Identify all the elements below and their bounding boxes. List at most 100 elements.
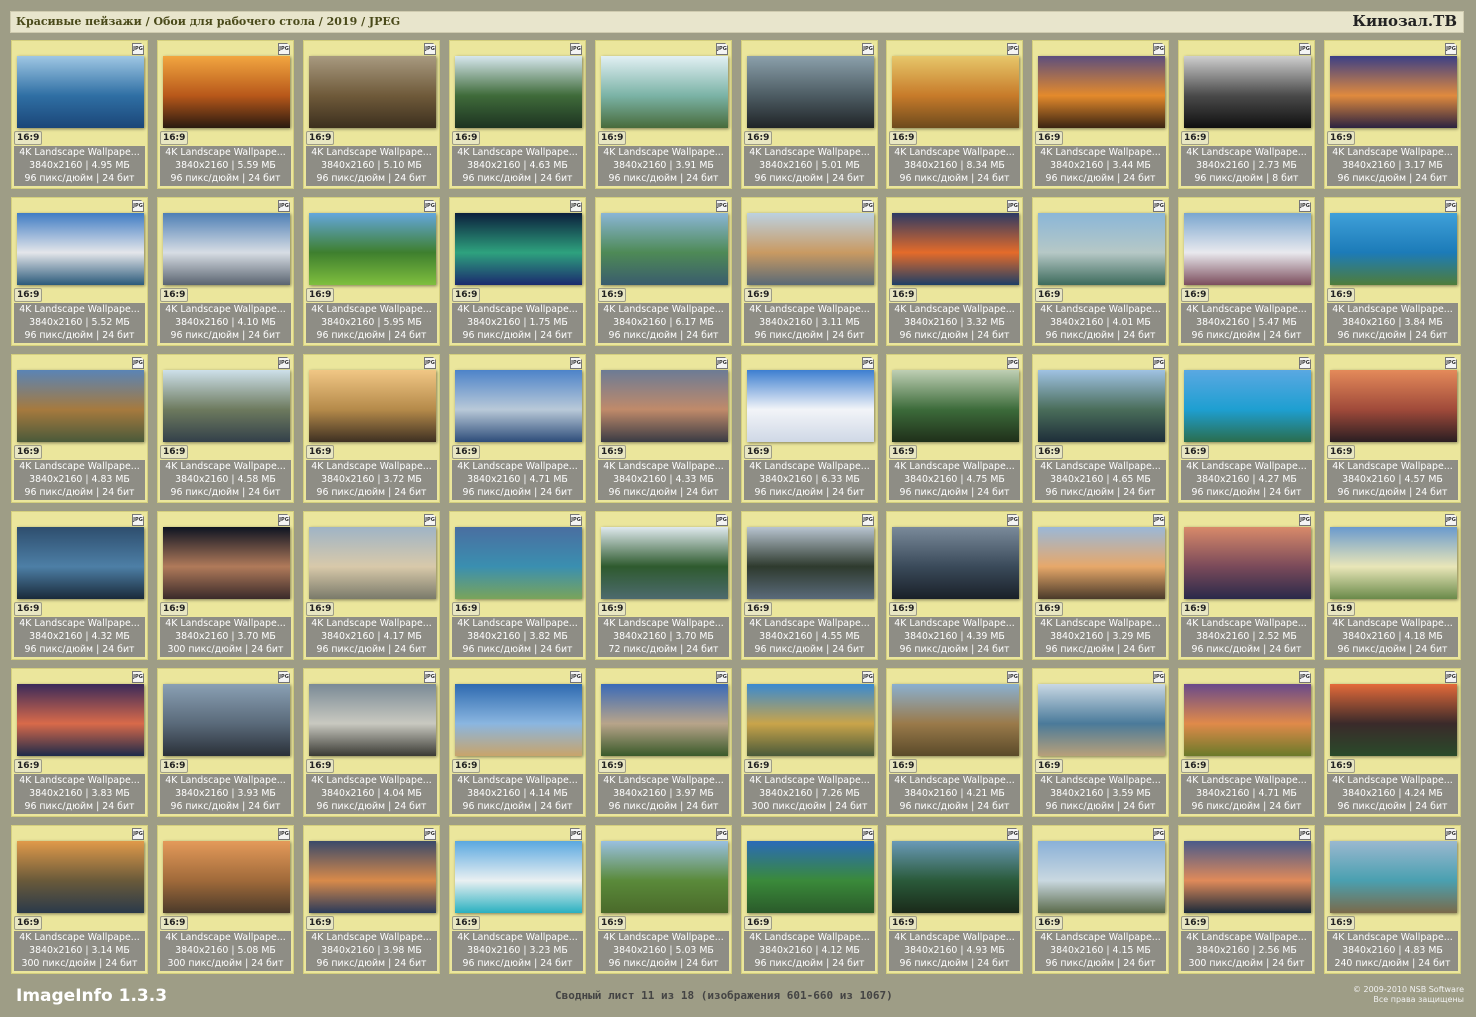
- thumbnail-card[interactable]: JPG 16:9 4K Landscape Wallpape... 3840x2160…: [157, 197, 294, 346]
- thumbnail-image[interactable]: [1038, 527, 1165, 599]
- thumbnail-image[interactable]: [601, 56, 728, 128]
- thumbnail-card[interactable]: JPG 16:9 4K Landscape Wallpape... 3840x2160…: [449, 197, 586, 346]
- thumbnail-image[interactable]: [309, 56, 436, 128]
- thumbnail-image[interactable]: [163, 684, 290, 756]
- thumbnail-image[interactable]: [601, 841, 728, 913]
- thumbnail-image[interactable]: [1038, 213, 1165, 285]
- thumbnail-image[interactable]: [601, 370, 728, 442]
- thumbnail-card[interactable]: JPG 16:9 4K Landscape Wallpape... 3840x2160…: [11, 668, 148, 817]
- thumbnail-image[interactable]: [309, 527, 436, 599]
- thumbnail-image[interactable]: [747, 841, 874, 913]
- thumbnail-image[interactable]: [455, 841, 582, 913]
- thumbnail-card[interactable]: JPG 16:9 4K Landscape Wallpape... 3840x2160…: [1324, 511, 1461, 660]
- thumbnail-card[interactable]: JPG 16:9 4K Landscape Wallpape... 3840x2160…: [1324, 825, 1461, 974]
- thumbnail-image[interactable]: [163, 370, 290, 442]
- thumbnail-card[interactable]: JPG 16:9 4K Landscape Wallpape... 3840x2160…: [1178, 511, 1315, 660]
- thumbnail-image[interactable]: [892, 213, 1019, 285]
- thumbnail-card[interactable]: JPG 16:9 4K Landscape Wallpape... 3840x2160…: [886, 197, 1023, 346]
- thumbnail-image[interactable]: [163, 527, 290, 599]
- thumbnail-image[interactable]: [309, 213, 436, 285]
- thumbnail-card[interactable]: JPG 16:9 4K Landscape Wallpape... 3840x2160…: [1324, 197, 1461, 346]
- thumbnail-image[interactable]: [892, 527, 1019, 599]
- thumbnail-image[interactable]: [1184, 213, 1311, 285]
- thumbnail-image[interactable]: [1038, 684, 1165, 756]
- thumbnail-card[interactable]: JPG 16:9 4K Landscape Wallpape... 3840x2160…: [11, 354, 148, 503]
- thumbnail-card[interactable]: JPG 16:9 4K Landscape Wallpape... 3840x2160…: [595, 197, 732, 346]
- thumbnail-card[interactable]: JPG 16:9 4K Landscape Wallpape... 3840x2160…: [595, 354, 732, 503]
- thumbnail-image[interactable]: [1184, 370, 1311, 442]
- thumbnail-card[interactable]: JPG 16:9 4K Landscape Wallpape... 3840x2160…: [303, 825, 440, 974]
- thumbnail-card[interactable]: JPG 16:9 4K Landscape Wallpape... 3840x2160…: [886, 354, 1023, 503]
- thumbnail-card[interactable]: JPG 16:9 4K Landscape Wallpape... 3840x2160…: [886, 511, 1023, 660]
- thumbnail-card[interactable]: JPG 16:9 4K Landscape Wallpape... 3840x2160…: [449, 668, 586, 817]
- thumbnail-image[interactable]: [17, 370, 144, 442]
- thumbnail-image[interactable]: [1038, 841, 1165, 913]
- thumbnail-image[interactable]: [1330, 527, 1457, 599]
- thumbnail-image[interactable]: [17, 213, 144, 285]
- thumbnail-card[interactable]: JPG 16:9 4K Landscape Wallpape... 3840x2160…: [11, 197, 148, 346]
- thumbnail-card[interactable]: JPG 16:9 4K Landscape Wallpape... 3840x2160…: [449, 825, 586, 974]
- thumbnail-card[interactable]: JPG 16:9 4K Landscape Wallpape... 3840x2160…: [1324, 354, 1461, 503]
- thumbnail-card[interactable]: JPG 16:9 4K Landscape Wallpape... 3840x2160…: [1324, 668, 1461, 817]
- thumbnail-card[interactable]: JPG 16:9 4K Landscape Wallpape... 3840x2160…: [1178, 354, 1315, 503]
- thumbnail-card[interactable]: JPG 16:9 4K Landscape Wallpape... 3840x2160…: [303, 668, 440, 817]
- thumbnail-card[interactable]: JPG 16:9 4K Landscape Wallpape... 3840x2160…: [11, 40, 148, 189]
- thumbnail-card[interactable]: JPG 16:9 4K Landscape Wallpape... 3840x2160…: [449, 354, 586, 503]
- thumbnail-image[interactable]: [17, 56, 144, 128]
- thumbnail-card[interactable]: JPG 16:9 4K Landscape Wallpape... 3840x2160…: [157, 354, 294, 503]
- thumbnail-card[interactable]: JPG 16:9 4K Landscape Wallpape... 3840x2160…: [595, 825, 732, 974]
- thumbnail-card[interactable]: JPG 16:9 4K Landscape Wallpape... 3840x2160…: [303, 40, 440, 189]
- thumbnail-image[interactable]: [892, 370, 1019, 442]
- thumbnail-image[interactable]: [455, 213, 582, 285]
- thumbnail-image[interactable]: [309, 684, 436, 756]
- thumbnail-card[interactable]: JPG 16:9 4K Landscape Wallpape... 3840x2160…: [886, 40, 1023, 189]
- thumbnail-image[interactable]: [163, 841, 290, 913]
- thumbnail-image[interactable]: [17, 841, 144, 913]
- thumbnail-image[interactable]: [601, 684, 728, 756]
- thumbnail-card[interactable]: JPG 16:9 4K Landscape Wallpape... 3840x2160…: [595, 40, 732, 189]
- thumbnail-card[interactable]: JPG 16:9 4K Landscape Wallpape... 3840x2160…: [741, 197, 878, 346]
- thumbnail-card[interactable]: JPG 16:9 4K Landscape Wallpape... 3840x2160…: [1178, 40, 1315, 189]
- thumbnail-image[interactable]: [601, 527, 728, 599]
- thumbnail-image[interactable]: [747, 56, 874, 128]
- thumbnail-card[interactable]: JPG 16:9 4K Landscape Wallpape... 3840x2160…: [157, 511, 294, 660]
- thumbnail-image[interactable]: [1184, 684, 1311, 756]
- thumbnail-image[interactable]: [1330, 841, 1457, 913]
- thumbnail-card[interactable]: JPG 16:9 4K Landscape Wallpape... 3840x2160…: [1032, 40, 1169, 189]
- thumbnail-card[interactable]: JPG 16:9 4K Landscape Wallpape... 3840x2160…: [1032, 825, 1169, 974]
- thumbnail-card[interactable]: JPG 16:9 4K Landscape Wallpape... 3840x2160…: [1032, 668, 1169, 817]
- thumbnail-card[interactable]: JPG 16:9 4K Landscape Wallpape... 3840x2160…: [1032, 354, 1169, 503]
- thumbnail-image[interactable]: [17, 527, 144, 599]
- thumbnail-image[interactable]: [309, 841, 436, 913]
- thumbnail-image[interactable]: [1330, 684, 1457, 756]
- thumbnail-card[interactable]: JPG 16:9 4K Landscape Wallpape... 3840x2160…: [1178, 197, 1315, 346]
- thumbnail-image[interactable]: [455, 370, 582, 442]
- thumbnail-card[interactable]: JPG 16:9 4K Landscape Wallpape... 3840x2160…: [303, 511, 440, 660]
- thumbnail-image[interactable]: [455, 527, 582, 599]
- thumbnail-image[interactable]: [747, 213, 874, 285]
- thumbnail-card[interactable]: JPG 16:9 4K Landscape Wallpape... 3840x2160…: [157, 40, 294, 189]
- thumbnail-image[interactable]: [309, 370, 436, 442]
- thumbnail-image[interactable]: [1038, 370, 1165, 442]
- thumbnail-image[interactable]: [747, 684, 874, 756]
- thumbnail-card[interactable]: JPG 16:9 4K Landscape Wallpape... 3840x2160…: [303, 354, 440, 503]
- thumbnail-card[interactable]: JPG 16:9 4K Landscape Wallpape... 3840x2160…: [157, 825, 294, 974]
- thumbnail-card[interactable]: JPG 16:9 4K Landscape Wallpape... 3840x2160…: [449, 40, 586, 189]
- thumbnail-image[interactable]: [1330, 370, 1457, 442]
- thumbnail-card[interactable]: JPG 16:9 4K Landscape Wallpape... 3840x2160…: [595, 511, 732, 660]
- thumbnail-card[interactable]: JPG 16:9 4K Landscape Wallpape... 3840x2160…: [886, 668, 1023, 817]
- thumbnail-card[interactable]: JPG 16:9 4K Landscape Wallpape... 3840x2160…: [741, 825, 878, 974]
- thumbnail-card[interactable]: JPG 16:9 4K Landscape Wallpape... 3840x2160…: [741, 668, 878, 817]
- thumbnail-image[interactable]: [455, 684, 582, 756]
- thumbnail-image[interactable]: [892, 56, 1019, 128]
- thumbnail-image[interactable]: [1038, 56, 1165, 128]
- thumbnail-card[interactable]: JPG 16:9 4K Landscape Wallpape... 3840x2160…: [1324, 40, 1461, 189]
- thumbnail-image[interactable]: [892, 684, 1019, 756]
- thumbnail-card[interactable]: JPG 16:9 4K Landscape Wallpape... 3840x2160…: [741, 354, 878, 503]
- thumbnail-image[interactable]: [747, 370, 874, 442]
- thumbnail-image[interactable]: [455, 56, 582, 128]
- thumbnail-image[interactable]: [1184, 527, 1311, 599]
- thumbnail-image[interactable]: [892, 841, 1019, 913]
- thumbnail-image[interactable]: [1330, 56, 1457, 128]
- thumbnail-image[interactable]: [163, 213, 290, 285]
